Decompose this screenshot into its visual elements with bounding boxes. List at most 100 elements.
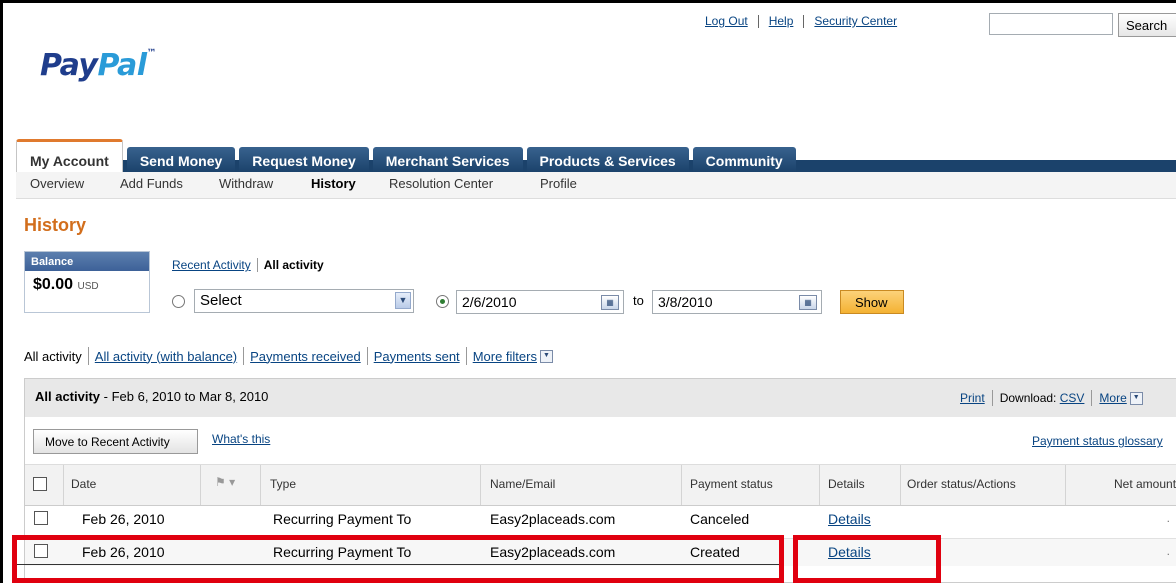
calendar-icon[interactable]: ▦ — [799, 295, 817, 310]
top-links: Log Out Help Security Center — [705, 14, 897, 28]
balance-box: Balance $0.00 USD — [24, 251, 150, 313]
sub-nav: Overview Add Funds Withdraw History Reso… — [16, 172, 1176, 199]
balance-label: Balance — [25, 252, 149, 271]
table-header: Date ⚑ ▾ Type Name/Email Payment status … — [25, 464, 1176, 506]
filter-by-type-radio[interactable] — [172, 295, 185, 308]
filter-all-activity: All activity — [24, 348, 82, 364]
logo-trademark: ™ — [146, 48, 157, 59]
filter-by-date-radio[interactable] — [436, 295, 449, 308]
filter-payments-sent[interactable]: Payments sent — [374, 349, 460, 364]
highlight-box-details — [793, 535, 941, 583]
filter-with-balance[interactable]: All activity (with balance) — [95, 349, 237, 364]
divider — [366, 347, 368, 365]
column-divider — [819, 465, 820, 505]
header-type[interactable]: Type — [270, 477, 296, 491]
csv-download-link[interactable]: CSV — [1060, 391, 1085, 405]
divider — [803, 14, 805, 28]
paypal-logo[interactable]: PayPal™ — [40, 48, 157, 83]
row-type: Recurring Payment To — [273, 511, 412, 527]
filter-payments-received[interactable]: Payments received — [250, 349, 361, 364]
tab-community[interactable]: Community — [692, 147, 796, 172]
payment-status-glossary-link[interactable]: Payment status glossary — [1032, 434, 1163, 448]
transaction-type-select[interactable]: Select ▼ — [194, 289, 414, 313]
highlight-box-row — [12, 535, 784, 583]
subtab-resolution-center[interactable]: Resolution Center — [389, 176, 493, 191]
security-center-link[interactable]: Security Center — [814, 14, 897, 28]
row-net-amount: . — [1166, 511, 1170, 525]
column-divider — [1065, 465, 1066, 505]
whats-this-link[interactable]: What's this — [212, 432, 270, 446]
header-order-status: Order status/Actions — [907, 477, 1016, 491]
row-net-amount: . — [1166, 544, 1170, 558]
logout-link[interactable]: Log Out — [705, 14, 748, 28]
from-date-input[interactable]: 2/6/2010 ▦ — [456, 290, 624, 314]
column-divider — [63, 465, 64, 505]
divider — [991, 390, 993, 406]
window-border-left — [0, 0, 3, 583]
logo-part-pay: Pay — [40, 48, 98, 83]
download-label: Download: — [999, 391, 1057, 405]
tab-send-money[interactable]: Send Money — [126, 147, 236, 172]
balance-amount: $0.00 USD — [33, 276, 99, 294]
divider — [87, 347, 89, 365]
divider — [757, 14, 759, 28]
logo-part-pal: Pal — [97, 48, 147, 83]
main-nav: My Account Send Money Request Money Merc… — [16, 139, 800, 172]
all-activity-current: All activity — [263, 258, 324, 272]
search-button[interactable]: Search — [1118, 13, 1176, 37]
row-status: Canceled — [690, 511, 750, 527]
column-divider — [681, 465, 682, 505]
column-divider — [480, 465, 481, 505]
window-border-top — [0, 0, 1176, 3]
select-all-checkbox[interactable] — [33, 477, 47, 491]
show-button[interactable]: Show — [840, 290, 904, 314]
select-value: Select — [200, 292, 242, 309]
to-date-input[interactable]: 3/8/2010 ▦ — [652, 290, 822, 314]
divider — [1091, 390, 1093, 406]
chevron-down-icon[interactable]: ▼ — [1129, 391, 1143, 405]
header-net-amount[interactable]: Net amount — [1114, 477, 1176, 491]
panel-date-range: - Feb 6, 2010 to Mar 8, 2010 — [100, 389, 269, 404]
row-name: Easy2placeads.com — [490, 511, 616, 527]
activity-filters: All activity All activity (with balance)… — [24, 347, 553, 365]
tab-request-money[interactable]: Request Money — [239, 147, 369, 172]
move-to-recent-activity-button[interactable]: Move to Recent Activity — [33, 429, 198, 454]
panel-title-bold: All activity — [35, 389, 101, 404]
more-download-link[interactable]: More — [1099, 391, 1126, 405]
header-payment-status[interactable]: Payment status — [690, 477, 773, 491]
more-filters-link[interactable]: More filters — [473, 349, 537, 364]
chevron-down-icon[interactable]: ▼ — [539, 349, 553, 363]
header-date[interactable]: Date — [71, 477, 96, 491]
subtab-add-funds[interactable]: Add Funds — [120, 176, 183, 191]
help-link[interactable]: Help — [769, 14, 794, 28]
subtab-history[interactable]: History — [311, 176, 356, 191]
divider — [243, 347, 245, 365]
activity-view-toggle: Recent Activity All activity — [172, 258, 324, 272]
print-link[interactable]: Print — [960, 391, 985, 405]
column-divider — [260, 465, 261, 505]
tab-merchant-services[interactable]: Merchant Services — [372, 147, 523, 172]
page-title: History — [24, 215, 87, 235]
from-date-value: 2/6/2010 — [462, 294, 517, 310]
recent-activity-link[interactable]: Recent Activity — [172, 258, 251, 272]
to-date-value: 3/8/2010 — [658, 294, 713, 310]
column-divider — [200, 465, 201, 505]
panel-actions: Print Download: CSV More ▼ — [960, 390, 1143, 406]
calendar-icon[interactable]: ▦ — [601, 295, 619, 310]
subtab-overview[interactable]: Overview — [30, 176, 84, 191]
flag-icon[interactable]: ⚑ ▾ — [215, 475, 235, 489]
search-input[interactable] — [989, 13, 1113, 35]
row-details-link[interactable]: Details — [828, 511, 871, 527]
header-name-email[interactable]: Name/Email — [490, 477, 555, 491]
column-divider — [900, 465, 901, 505]
tab-my-account[interactable]: My Account — [16, 139, 123, 172]
divider — [465, 347, 467, 365]
chevron-down-icon[interactable]: ▼ — [395, 292, 411, 309]
header-details: Details — [828, 477, 865, 491]
subtab-profile[interactable]: Profile — [540, 176, 577, 191]
row-checkbox[interactable] — [34, 511, 48, 525]
balance-value: $0.00 — [33, 276, 74, 293]
subtab-withdraw[interactable]: Withdraw — [219, 176, 273, 191]
tab-products-services[interactable]: Products & Services — [526, 147, 689, 172]
balance-currency: USD — [77, 281, 99, 292]
